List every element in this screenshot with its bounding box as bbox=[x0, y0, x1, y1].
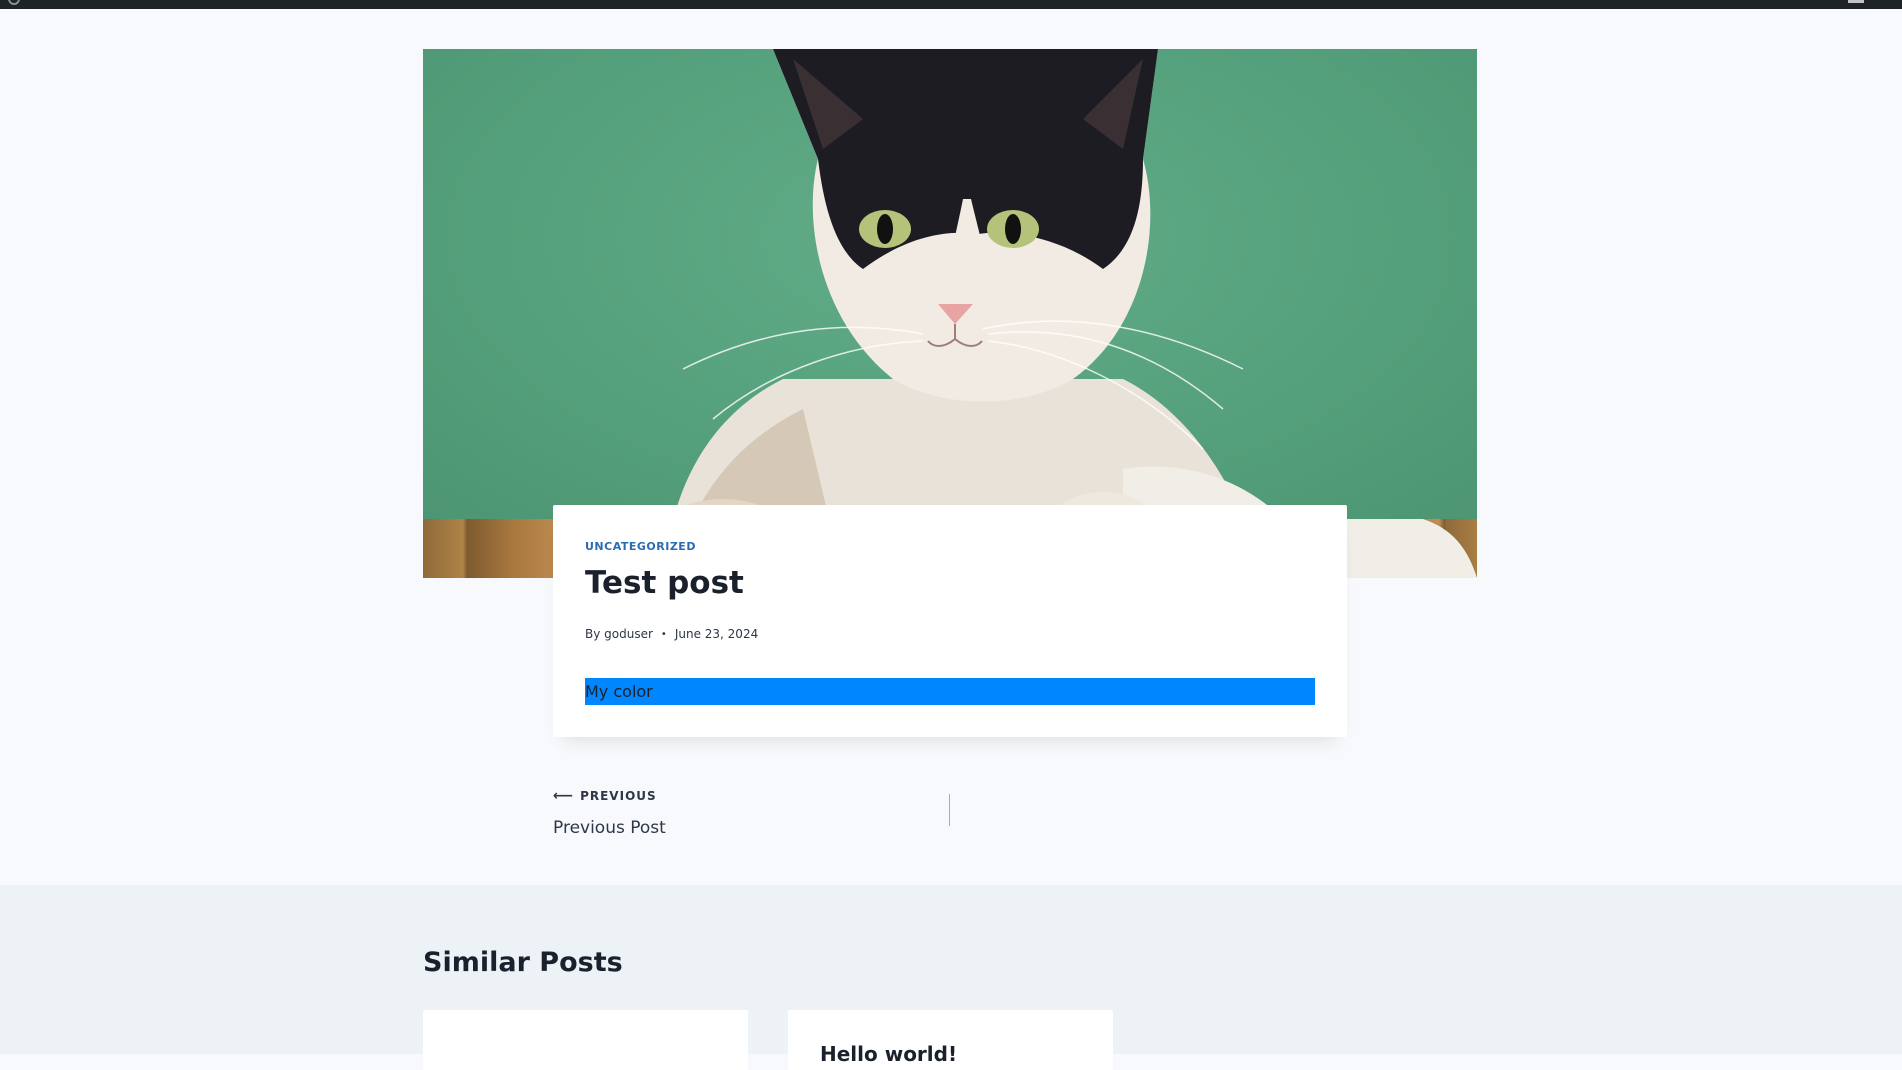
by-prefix: By bbox=[585, 627, 601, 641]
cat-illustration bbox=[663, 49, 1477, 578]
similar-post-card[interactable]: Hello world! bbox=[788, 1010, 1113, 1070]
post-title: Test post bbox=[585, 565, 744, 601]
nav-divider bbox=[949, 794, 950, 826]
category-link[interactable]: UNCATEGORIZED bbox=[585, 540, 696, 553]
previous-label[interactable]: ⟵ PREVIOUS bbox=[553, 788, 657, 804]
admin-menu-icon[interactable] bbox=[1848, 0, 1864, 3]
wordpress-icon[interactable] bbox=[8, 0, 20, 5]
arrow-left-icon: ⟵ bbox=[553, 788, 575, 804]
post-meta: By goduser • June 23, 2024 bbox=[585, 627, 758, 641]
previous-post-link[interactable]: Previous Post bbox=[553, 818, 666, 838]
meta-separator: • bbox=[660, 628, 667, 640]
color-block: My color bbox=[585, 678, 1315, 705]
similar-posts-heading: Similar Posts bbox=[423, 947, 623, 978]
similar-posts-section: Similar Posts Hello world! bbox=[0, 885, 1902, 1070]
previous-text: PREVIOUS bbox=[580, 789, 657, 803]
author-link[interactable]: goduser bbox=[604, 627, 653, 641]
post-card: UNCATEGORIZED Test post By goduser • Jun… bbox=[553, 505, 1347, 737]
featured-image bbox=[423, 49, 1477, 578]
admin-bar bbox=[0, 0, 1902, 9]
similar-post-title[interactable]: Hello world! bbox=[820, 1042, 957, 1066]
post-navigation: ⟵ PREVIOUS Previous Post bbox=[553, 780, 1347, 838]
post-date: June 23, 2024 bbox=[674, 627, 759, 641]
similar-post-card[interactable] bbox=[423, 1010, 748, 1070]
